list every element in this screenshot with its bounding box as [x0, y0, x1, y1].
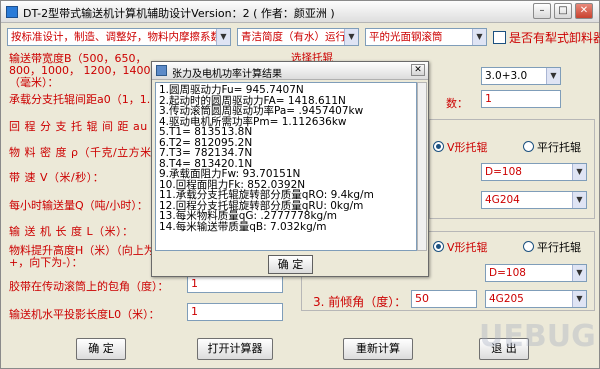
- chevron-down-icon[interactable]: ▼: [344, 29, 358, 45]
- dialog-title: 张力及电机功率计算结果: [172, 69, 282, 80]
- results-dialog: 张力及电机功率计算结果 ✕ 1.圆周驱动力Fu= 945.7407N 2.起动时的…: [151, 61, 429, 277]
- minimize-button[interactable]: –: [533, 3, 551, 19]
- chevron-down-icon[interactable]: ▼: [572, 291, 586, 307]
- result-line: 7.T3= 782134.7N: [159, 147, 253, 159]
- recalculate-button[interactable]: 重新计算: [343, 338, 413, 360]
- lift-height-label: 物料提升高度H（米）（向上为+，向下为-）：: [9, 244, 155, 269]
- confirm-button[interactable]: 确 定: [76, 338, 126, 360]
- chevron-down-icon[interactable]: ▼: [546, 68, 560, 84]
- radio-icon[interactable]: [523, 241, 534, 252]
- count-label: 数：: [446, 97, 468, 110]
- watermark-logo: UEBUG: [479, 319, 596, 354]
- roller-model-value: 4G204: [485, 194, 520, 206]
- parallel-roller-option-upper[interactable]: 平行托辊: [523, 139, 581, 155]
- v-roller-label: V形托辊: [447, 141, 488, 154]
- result-line: 1.圆周驱动力Fu= 945.7407N: [159, 84, 304, 96]
- chevron-down-icon[interactable]: ▼: [572, 265, 586, 281]
- chevron-down-icon[interactable]: ▼: [472, 29, 486, 45]
- roller-model-value: 4G205: [489, 293, 524, 305]
- parallel-roller-label: 平行托辊: [537, 241, 581, 254]
- roller-model-combo-return[interactable]: 4G205 ▼: [485, 290, 587, 308]
- condition-combo-value: 青洁简度（有水）运行: [241, 31, 346, 43]
- belt-speed-label: 带 速 V（米/秒）：: [9, 171, 105, 184]
- upper-spacing-label: 承载分支托辊间距a0（1，1.2）：: [9, 93, 174, 106]
- dialog-ok-button[interactable]: 确 定: [268, 255, 313, 274]
- result-line: 11.承载分支托辊旋转部分质量qRO: 9.4kg/m: [159, 189, 374, 201]
- roller-spec-combo[interactable]: 3.0+3.0 ▼: [481, 67, 561, 85]
- roller-model-combo-upper[interactable]: 4G204 ▼: [481, 191, 587, 209]
- parallel-roller-option-return[interactable]: 平行托辊: [523, 239, 581, 255]
- radio-icon[interactable]: [433, 141, 444, 152]
- roller-diameter-combo-return[interactable]: D=108 ▼: [485, 264, 587, 282]
- wrap-angle-label: 胶带在传动滚筒上的包角（度）：: [9, 280, 169, 293]
- v-roller-option-return[interactable]: V形托辊: [433, 239, 488, 255]
- material-density-label: 物 料 密 度 ρ（千克/立方米）：: [9, 146, 170, 159]
- horizontal-length-input[interactable]: 1: [187, 303, 283, 321]
- count-input[interactable]: 1: [481, 90, 561, 108]
- forward-tilt-label: 3. 前倾角（度）：: [313, 295, 407, 309]
- roller-diameter-combo-upper[interactable]: D=108 ▼: [481, 163, 587, 181]
- dialog-app-icon: [156, 65, 167, 76]
- maximize-button[interactable]: □: [554, 3, 572, 19]
- v-roller-label: V形托辊: [447, 241, 488, 254]
- open-calculator-button[interactable]: 打开计算器: [197, 338, 273, 360]
- roller-diameter-value: D=108: [489, 267, 526, 279]
- standard-combo-value: 按标准设计，制造、调整好，物料内摩擦系数中等: [11, 31, 231, 43]
- chevron-down-icon[interactable]: ▼: [216, 29, 230, 45]
- forward-tilt-input[interactable]: 50: [411, 290, 477, 308]
- roller-surface-combo[interactable]: 平的光面钢滚筒 ▼: [365, 28, 487, 46]
- condition-combo[interactable]: 青洁简度（有水）运行 ▼: [237, 28, 359, 46]
- chevron-down-icon[interactable]: ▼: [572, 164, 586, 180]
- standard-combo[interactable]: 按标准设计，制造、调整好，物料内摩擦系数中等 ▼: [7, 28, 231, 46]
- roller-diameter-value: D=108: [485, 166, 522, 178]
- radio-icon[interactable]: [433, 241, 444, 252]
- plough-label: 是否有犁式卸料器: [509, 31, 600, 45]
- close-button[interactable]: ✕: [575, 3, 593, 19]
- main-window: DT-2型带式输送机计算机辅助设计Version：2 ( 作者：颜亚洲 ) – …: [0, 0, 600, 369]
- roller-surface-combo-value: 平的光面钢滚筒: [369, 31, 443, 43]
- chevron-down-icon[interactable]: ▼: [572, 192, 586, 208]
- parallel-roller-label: 平行托辊: [537, 141, 581, 154]
- result-line: 14.每米输送带质量qB: 7.032kg/m: [159, 220, 327, 233]
- conveyor-length-label: 输 送 机 长 度 L（米）：: [9, 225, 134, 238]
- capacity-label: 每小时输送量Q（吨/小时）：: [9, 199, 148, 212]
- title-bar: DT-2型带式输送机计算机辅助设计Version：2 ( 作者：颜亚洲 ) – …: [1, 1, 599, 23]
- wrap-angle-input[interactable]: 1: [187, 275, 283, 293]
- app-icon: [6, 6, 18, 18]
- result-line: 5.T1= 813513.8N: [159, 126, 253, 138]
- horizontal-length-label: 输送机水平投影长度L0（米）：: [9, 308, 160, 321]
- result-line: 3.传动滚筒圆周驱动功率Pa= .9457407kw: [159, 105, 364, 117]
- result-line: 13.每米物料质量qG: .2777778kg/m: [159, 210, 337, 222]
- results-scrollbar[interactable]: [417, 82, 427, 251]
- dialog-close-button[interactable]: ✕: [411, 64, 425, 76]
- belt-width-label: 输送带宽度B（500，650，800，1000， 1200，1400）（毫米）：: [9, 52, 156, 89]
- dialog-title-bar: 张力及电机功率计算结果 ✕: [152, 62, 428, 80]
- plough-checkbox[interactable]: [493, 31, 506, 44]
- window-title: DT-2型带式输送机计算机辅助设计Version：2 ( 作者：颜亚洲 ): [23, 7, 335, 20]
- results-textbox[interactable]: 1.圆周驱动力Fu= 945.7407N 2.起动时的圆周驱动力FA= 1418.…: [155, 82, 417, 251]
- radio-icon[interactable]: [523, 141, 534, 152]
- v-roller-option-upper[interactable]: V形托辊: [433, 139, 488, 155]
- roller-spec-combo-value: 3.0+3.0: [485, 70, 528, 82]
- result-line: 9.承载面阻力Fw: 93.70151N: [159, 168, 301, 180]
